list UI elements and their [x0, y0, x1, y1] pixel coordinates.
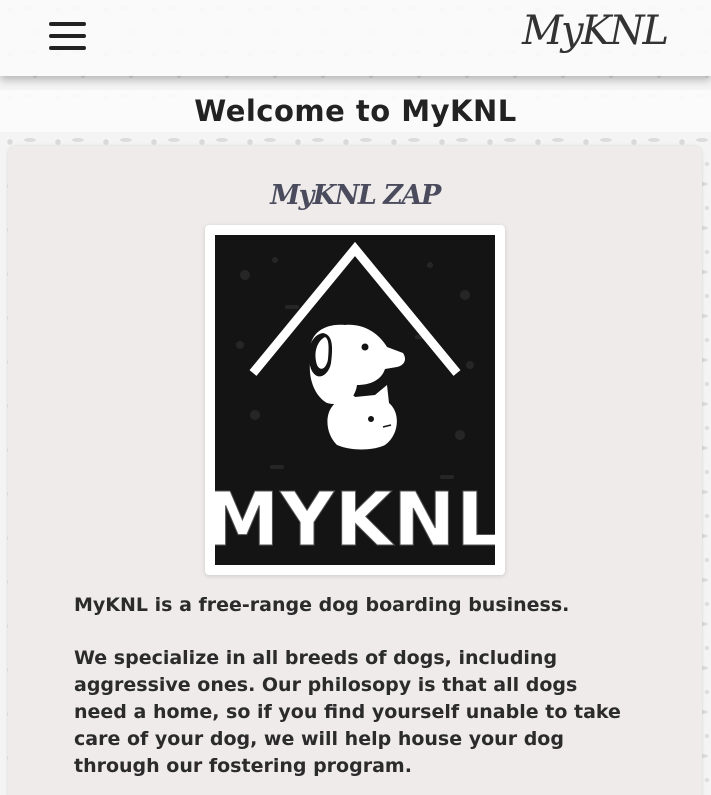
menu-bar: [49, 22, 86, 26]
content-card: MyKNL ZAP MYKNL MyKNL is a free-range do…: [8, 146, 702, 795]
logo-wordmark: MYKNL: [215, 477, 495, 563]
hamburger-menu-icon[interactable]: [49, 19, 86, 53]
page-title: Welcome to MyKNL: [194, 94, 517, 128]
dog-and-cat-house-logo: MYKNL: [215, 235, 495, 565]
intro-paragraph: MyKNL is a free-range dog boarding busin…: [74, 594, 570, 616]
dog-icon: [308, 324, 405, 405]
header-logo[interactable]: MyKNL: [522, 8, 669, 54]
menu-bar: [49, 34, 86, 38]
menu-bar: [49, 46, 86, 50]
description-paragraph: We specialize in all breeds of dogs, inc…: [74, 647, 621, 777]
logo-image-frame: MYKNL: [205, 225, 505, 575]
top-header: MyKNL: [0, 0, 711, 76]
card-heading: MyKNL ZAP: [270, 180, 441, 211]
welcome-banner: Welcome to MyKNL: [0, 90, 711, 132]
